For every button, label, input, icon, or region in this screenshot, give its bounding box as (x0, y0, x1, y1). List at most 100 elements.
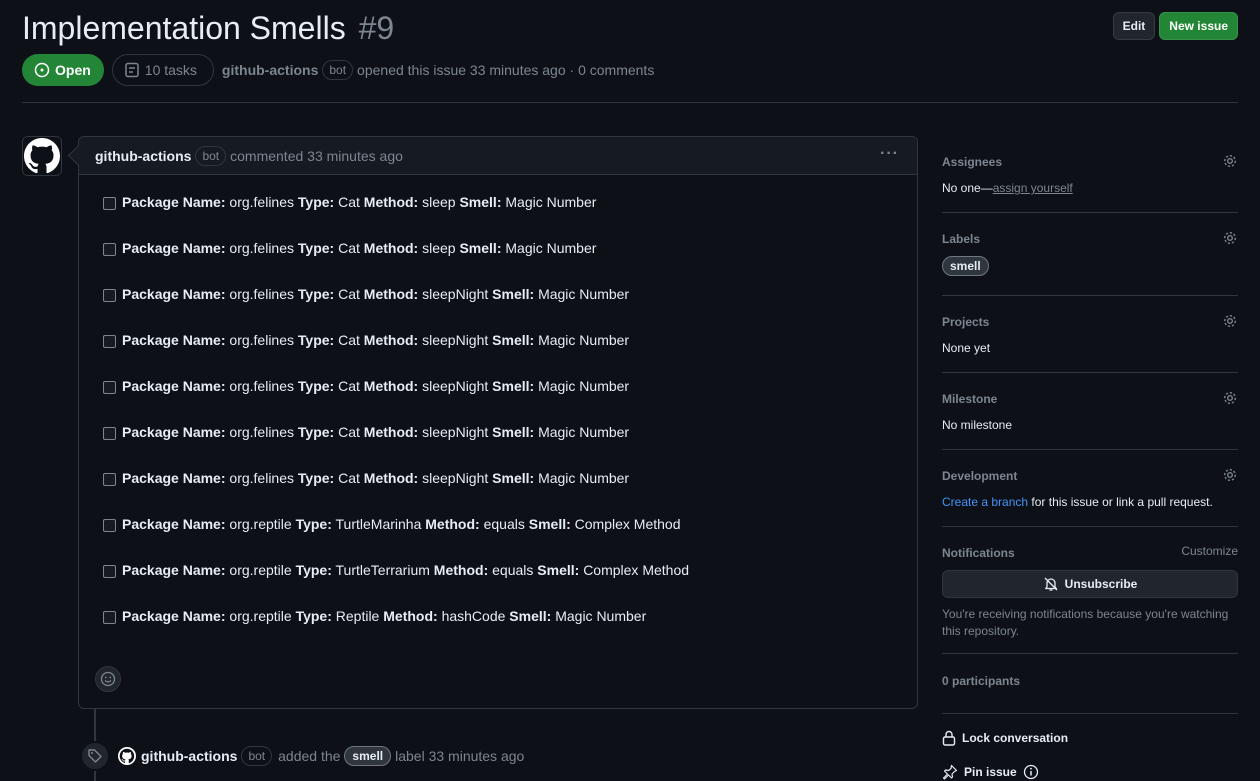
edit-button[interactable]: Edit (1112, 12, 1156, 40)
development-suffix: for this issue or link a pull request. (1028, 495, 1213, 509)
comment-time[interactable]: commented 33 minutes ago (230, 148, 403, 164)
event-author-link[interactable]: github-actions (141, 748, 237, 764)
development-section: Development Create a branch for this iss… (942, 450, 1238, 527)
gear-icon[interactable] (1222, 153, 1238, 169)
participants-heading: 0 participants (942, 674, 1021, 688)
issue-author-link[interactable]: github-actions (222, 62, 318, 78)
projects-heading[interactable]: Projects (942, 313, 1238, 331)
task-smell-label: Smell: (492, 470, 535, 486)
task-smell-value: Magic Number (538, 424, 630, 440)
task-checkbox[interactable] (103, 565, 116, 578)
task-type-label: Type: (297, 194, 335, 210)
task-checkbox[interactable] (103, 289, 116, 302)
labels-heading[interactable]: Labels (942, 230, 1238, 248)
gear-icon[interactable] (1222, 230, 1238, 246)
task-smell-value: Magic Number (538, 286, 630, 302)
task-method-label: Method: (425, 516, 480, 532)
task-text: Package Name: org.felines Type: Cat Meth… (122, 378, 629, 394)
assign-yourself-link[interactable]: assign yourself (993, 181, 1073, 195)
comment-box: github-actions bot commented 33 minutes … (78, 136, 918, 709)
customize-link[interactable]: Customize (1181, 544, 1238, 558)
comment-author-link[interactable]: github-actions (95, 148, 191, 164)
task-smell-value: Magic Number (555, 608, 647, 624)
gear-icon[interactable] (1222, 467, 1238, 483)
task-checkbox[interactable] (103, 611, 116, 624)
task-package-label: Package Name: (122, 516, 226, 532)
task-checkbox[interactable] (103, 335, 116, 348)
task-method-label: Method: (363, 286, 419, 302)
task-type-label: Type: (295, 608, 332, 624)
task-list-item: Package Name: org.felines Type: Cat Meth… (103, 332, 689, 378)
task-checkbox[interactable] (103, 243, 116, 256)
bot-tag: bot (322, 60, 354, 80)
assignees-value: No one—assign yourself (942, 179, 1238, 197)
tasks-count: 10 tasks (144, 62, 197, 78)
task-text: Package Name: org.felines Type: Cat Meth… (122, 286, 629, 302)
milestone-heading[interactable]: Milestone (942, 390, 1238, 408)
issue-number: #9 (358, 10, 395, 46)
state-label: Open (55, 62, 91, 78)
assignees-section: Assignees No one—assign yourself (942, 136, 1238, 213)
task-checkbox[interactable] (103, 473, 116, 486)
assignees-heading[interactable]: Assignees (942, 153, 1238, 171)
label-smell[interactable]: smell (942, 256, 989, 276)
bot-tag: bot (241, 746, 273, 766)
task-list-item: Package Name: org.reptile Type: TurtleTe… (103, 562, 689, 608)
task-method-value: sleep (422, 240, 456, 256)
task-type-label: Type: (297, 424, 335, 440)
task-text: Package Name: org.reptile Type: Reptile … (122, 608, 646, 624)
participants-section: 0 participants (942, 654, 1238, 714)
create-branch-link[interactable]: Create a branch (942, 495, 1028, 509)
task-package-value: org.reptile (229, 516, 292, 532)
state-badge: Open (22, 54, 104, 86)
lock-conversation-button[interactable]: Lock conversation (942, 730, 1238, 746)
task-text: Package Name: org.felines Type: Cat Meth… (122, 470, 629, 486)
task-smell-value: Magic Number (538, 378, 630, 394)
task-method-value: sleepNight (422, 470, 489, 486)
task-smell-label: Smell: (492, 378, 535, 394)
task-list: Package Name: org.felines Type: Cat Meth… (103, 194, 689, 654)
tasks-progress[interactable]: 10 tasks (111, 54, 214, 86)
task-method-label: Method: (363, 240, 419, 256)
issue-open-icon (34, 62, 50, 78)
comment-options-icon[interactable]: ··· (880, 145, 899, 163)
task-checkbox[interactable] (103, 381, 116, 394)
task-list-item: Package Name: org.felines Type: Cat Meth… (103, 470, 689, 516)
issue-title-text: Implementation Smells (22, 10, 346, 46)
gear-icon[interactable] (1222, 390, 1238, 406)
opened-text: opened this issue 33 minutes ago · 0 com… (357, 62, 655, 78)
tag-icon (88, 749, 102, 763)
task-smell-label: Smell: (459, 240, 502, 256)
unsubscribe-button[interactable]: Unsubscribe (942, 570, 1238, 598)
task-package-label: Package Name: (122, 470, 226, 486)
pin-issue-button[interactable]: Pin issue (942, 764, 1238, 780)
timeline-event: github-actions bot added the smell label… (80, 741, 524, 771)
info-icon[interactable] (1023, 764, 1039, 780)
event-avatar[interactable] (118, 747, 136, 765)
task-checkbox[interactable] (103, 427, 116, 440)
task-list-item: Package Name: org.felines Type: Cat Meth… (103, 424, 689, 470)
new-issue-button[interactable]: New issue (1159, 12, 1238, 40)
task-type-value: Reptile (335, 608, 380, 624)
task-package-value: org.felines (229, 470, 294, 486)
add-reaction-button[interactable] (95, 666, 121, 692)
task-smell-label: Smell: (492, 424, 535, 440)
task-package-value: org.felines (229, 378, 294, 394)
github-logo-icon (118, 747, 136, 765)
task-text: Package Name: org.felines Type: Cat Meth… (122, 424, 629, 440)
task-smell-value: Magic Number (538, 470, 630, 486)
milestone-section: Milestone No milestone (942, 373, 1238, 450)
task-package-label: Package Name: (122, 286, 226, 302)
event-action: added the (278, 748, 341, 764)
task-checkbox[interactable] (103, 197, 116, 210)
avatar[interactable] (22, 136, 62, 176)
task-text: Package Name: org.felines Type: Cat Meth… (122, 240, 596, 256)
event-label[interactable]: smell (344, 746, 392, 766)
task-smell-value: Magic Number (505, 194, 597, 210)
task-method-label: Method: (383, 608, 438, 624)
gear-icon[interactable] (1222, 313, 1238, 329)
issue-page: Implementation Smells #9 Edit New issue … (0, 0, 1260, 781)
development-heading[interactable]: Development (942, 467, 1238, 485)
task-type-value: Cat (338, 470, 360, 486)
task-checkbox[interactable] (103, 519, 116, 532)
